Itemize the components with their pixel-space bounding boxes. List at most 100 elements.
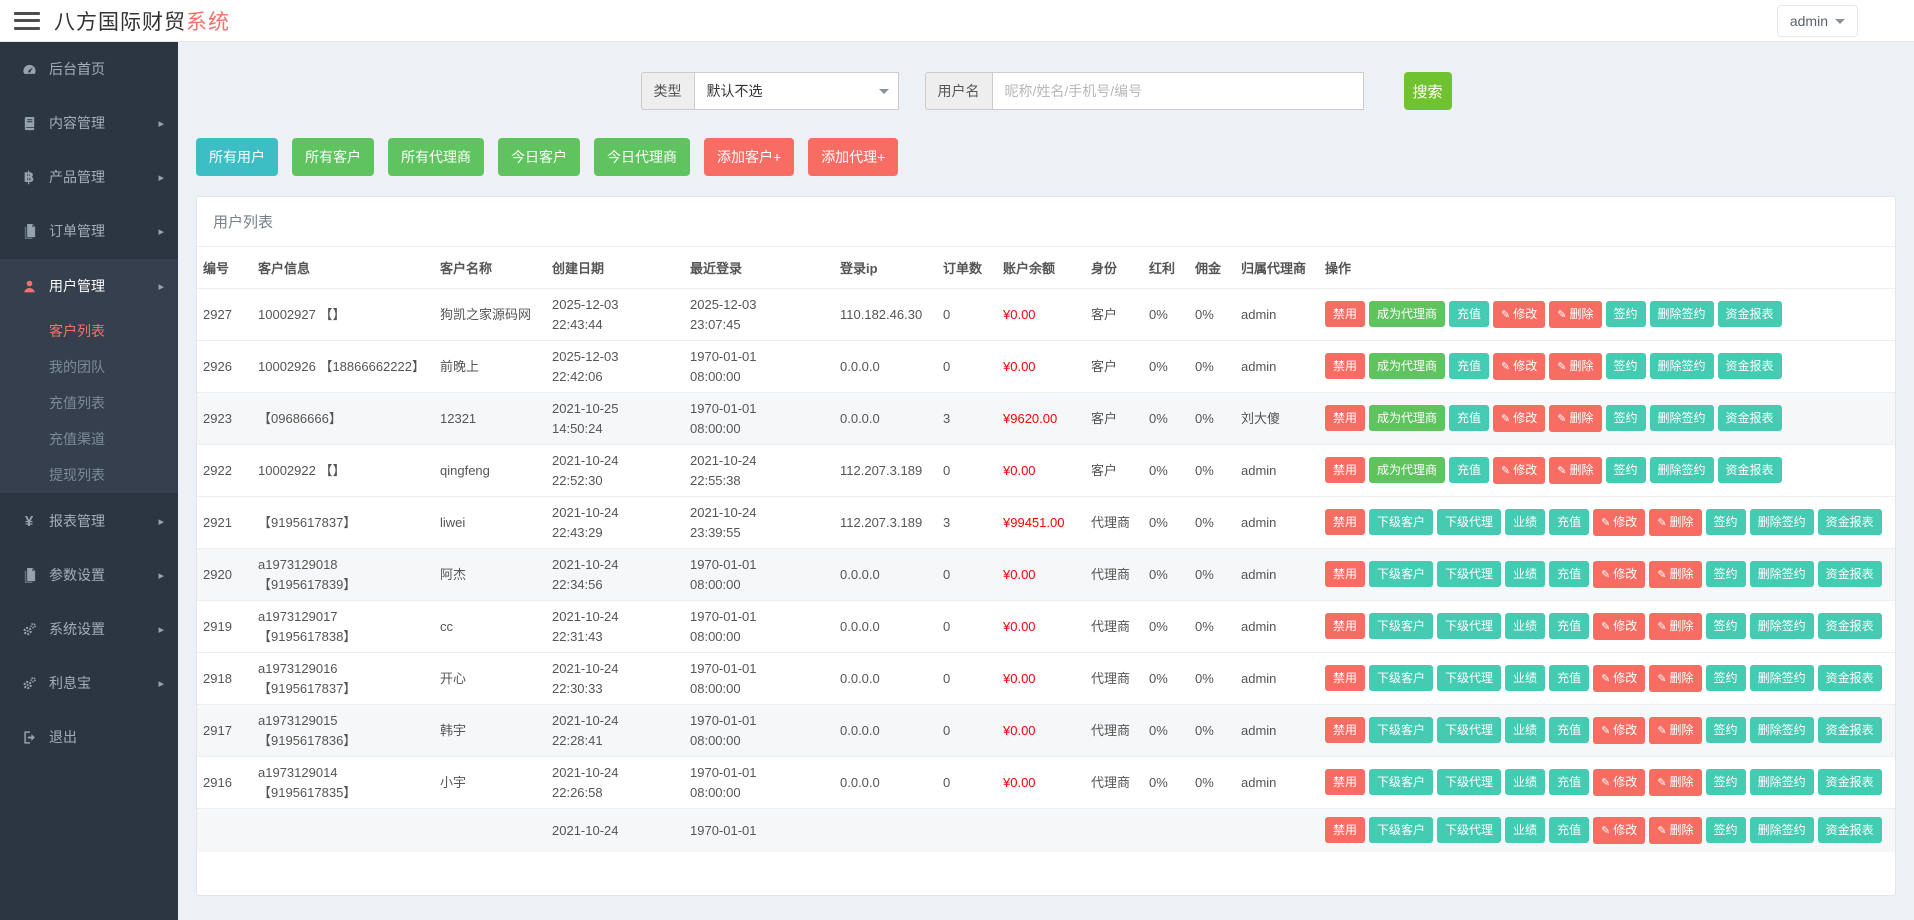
sign-button[interactable]: 签约	[1606, 301, 1646, 327]
delete-sign-button[interactable]: 删除签约	[1750, 509, 1814, 535]
disable-button[interactable]: 禁用	[1325, 301, 1365, 327]
disable-button[interactable]: 禁用	[1325, 457, 1365, 483]
funds-report-button[interactable]: 资金报表	[1718, 301, 1782, 327]
type-select[interactable]: 默认不选	[694, 72, 899, 110]
delete-sign-button[interactable]: 删除签约	[1650, 353, 1714, 379]
all-customers-button[interactable]: 所有客户	[292, 138, 374, 176]
add-agent-button[interactable]: 添加代理+	[808, 138, 898, 176]
funds-report-button[interactable]: 资金报表	[1718, 457, 1782, 483]
sub-agents-button[interactable]: 下级代理	[1437, 509, 1501, 535]
delete-sign-button[interactable]: 删除签约	[1750, 817, 1814, 843]
sidebar-item-system-settings[interactable]: 系统设置▸	[0, 602, 178, 656]
sub-customers-button[interactable]: 下级客户	[1369, 509, 1433, 535]
delete-button[interactable]: ✎删除	[1549, 301, 1601, 328]
sub-customers-button[interactable]: 下级客户	[1369, 561, 1433, 587]
edit-button[interactable]: ✎修改	[1593, 561, 1645, 588]
sign-button[interactable]: 签约	[1706, 769, 1746, 795]
disable-button[interactable]: 禁用	[1325, 405, 1365, 431]
hamburger-menu-icon[interactable]	[14, 12, 40, 30]
edit-button[interactable]: ✎修改	[1493, 301, 1545, 328]
today-agents-button[interactable]: 今日代理商	[594, 138, 690, 176]
sign-button[interactable]: 签约	[1706, 817, 1746, 843]
delete-button[interactable]: ✎删除	[1549, 353, 1601, 380]
sidebar-item-content-mgmt[interactable]: 内容管理▸	[0, 96, 178, 150]
become-agent-button[interactable]: 成为代理商	[1369, 353, 1445, 379]
disable-button[interactable]: 禁用	[1325, 769, 1365, 795]
sign-button[interactable]: 签约	[1706, 717, 1746, 743]
delete-button[interactable]: ✎删除	[1549, 457, 1601, 484]
funds-report-button[interactable]: 资金报表	[1818, 613, 1882, 639]
funds-report-button[interactable]: 资金报表	[1818, 509, 1882, 535]
sidebar-subitem-withdraw-list[interactable]: 提现列表	[0, 457, 178, 493]
funds-report-button[interactable]: 资金报表	[1818, 769, 1882, 795]
edit-button[interactable]: ✎修改	[1593, 509, 1645, 536]
recharge-button[interactable]: 充值	[1549, 769, 1589, 795]
sign-button[interactable]: 签约	[1706, 561, 1746, 587]
delete-sign-button[interactable]: 删除签约	[1650, 457, 1714, 483]
sub-agents-button[interactable]: 下级代理	[1437, 769, 1501, 795]
delete-sign-button[interactable]: 删除签约	[1750, 613, 1814, 639]
delete-button[interactable]: ✎删除	[1649, 769, 1701, 796]
recharge-button[interactable]: 充值	[1549, 665, 1589, 691]
funds-report-button[interactable]: 资金报表	[1818, 561, 1882, 587]
delete-sign-button[interactable]: 删除签约	[1650, 301, 1714, 327]
performance-button[interactable]: 业绩	[1505, 561, 1545, 587]
sign-button[interactable]: 签约	[1606, 405, 1646, 431]
sub-customers-button[interactable]: 下级客户	[1369, 817, 1433, 843]
sidebar-subitem-customer-list[interactable]: 客户列表	[0, 313, 178, 349]
edit-button[interactable]: ✎修改	[1493, 405, 1545, 432]
sidebar-subitem-recharge-list[interactable]: 充值列表	[0, 385, 178, 421]
become-agent-button[interactable]: 成为代理商	[1369, 301, 1445, 327]
disable-button[interactable]: 禁用	[1325, 509, 1365, 535]
edit-button[interactable]: ✎修改	[1593, 613, 1645, 640]
add-customer-button[interactable]: 添加客户+	[704, 138, 794, 176]
recharge-button[interactable]: 充值	[1549, 509, 1589, 535]
sidebar-item-report-mgmt[interactable]: ¥报表管理▸	[0, 494, 178, 548]
funds-report-button[interactable]: 资金报表	[1818, 817, 1882, 843]
performance-button[interactable]: 业绩	[1505, 769, 1545, 795]
sign-button[interactable]: 签约	[1606, 353, 1646, 379]
sub-customers-button[interactable]: 下级客户	[1369, 665, 1433, 691]
recharge-button[interactable]: 充值	[1449, 301, 1489, 327]
search-button[interactable]: 搜索	[1404, 72, 1452, 110]
disable-button[interactable]: 禁用	[1325, 613, 1365, 639]
performance-button[interactable]: 业绩	[1505, 717, 1545, 743]
recharge-button[interactable]: 充值	[1549, 817, 1589, 843]
funds-report-button[interactable]: 资金报表	[1718, 405, 1782, 431]
sign-button[interactable]: 签约	[1706, 509, 1746, 535]
sign-button[interactable]: 签约	[1706, 613, 1746, 639]
all-agents-button[interactable]: 所有代理商	[388, 138, 484, 176]
edit-button[interactable]: ✎修改	[1593, 817, 1645, 844]
sidebar-item-user-mgmt[interactable]: 用户管理▸	[0, 259, 178, 313]
sidebar-subitem-recharge-channel[interactable]: 充值渠道	[0, 421, 178, 457]
sub-agents-button[interactable]: 下级代理	[1437, 561, 1501, 587]
delete-button[interactable]: ✎删除	[1649, 817, 1701, 844]
sidebar-subitem-my-team[interactable]: 我的团队	[0, 349, 178, 385]
sidebar-item-logout[interactable]: 退出	[0, 710, 178, 764]
performance-button[interactable]: 业绩	[1505, 509, 1545, 535]
disable-button[interactable]: 禁用	[1325, 817, 1365, 843]
become-agent-button[interactable]: 成为代理商	[1369, 405, 1445, 431]
today-customers-button[interactable]: 今日客户	[498, 138, 580, 176]
disable-button[interactable]: 禁用	[1325, 561, 1365, 587]
delete-sign-button[interactable]: 删除签约	[1750, 561, 1814, 587]
sub-customers-button[interactable]: 下级客户	[1369, 717, 1433, 743]
sidebar-item-param-settings[interactable]: 参数设置▸	[0, 548, 178, 602]
delete-button[interactable]: ✎删除	[1649, 613, 1701, 640]
disable-button[interactable]: 禁用	[1325, 717, 1365, 743]
funds-report-button[interactable]: 资金报表	[1718, 353, 1782, 379]
performance-button[interactable]: 业绩	[1505, 665, 1545, 691]
delete-button[interactable]: ✎删除	[1649, 509, 1701, 536]
sub-agents-button[interactable]: 下级代理	[1437, 665, 1501, 691]
username-input[interactable]	[992, 72, 1364, 110]
sub-agents-button[interactable]: 下级代理	[1437, 613, 1501, 639]
performance-button[interactable]: 业绩	[1505, 613, 1545, 639]
edit-button[interactable]: ✎修改	[1493, 457, 1545, 484]
delete-button[interactable]: ✎删除	[1649, 717, 1701, 744]
delete-sign-button[interactable]: 删除签约	[1750, 717, 1814, 743]
edit-button[interactable]: ✎修改	[1593, 665, 1645, 692]
disable-button[interactable]: 禁用	[1325, 353, 1365, 379]
delete-sign-button[interactable]: 删除签约	[1650, 405, 1714, 431]
sidebar-item-order-mgmt[interactable]: 订单管理▸	[0, 204, 178, 258]
all-users-button[interactable]: 所有用户	[196, 138, 278, 176]
